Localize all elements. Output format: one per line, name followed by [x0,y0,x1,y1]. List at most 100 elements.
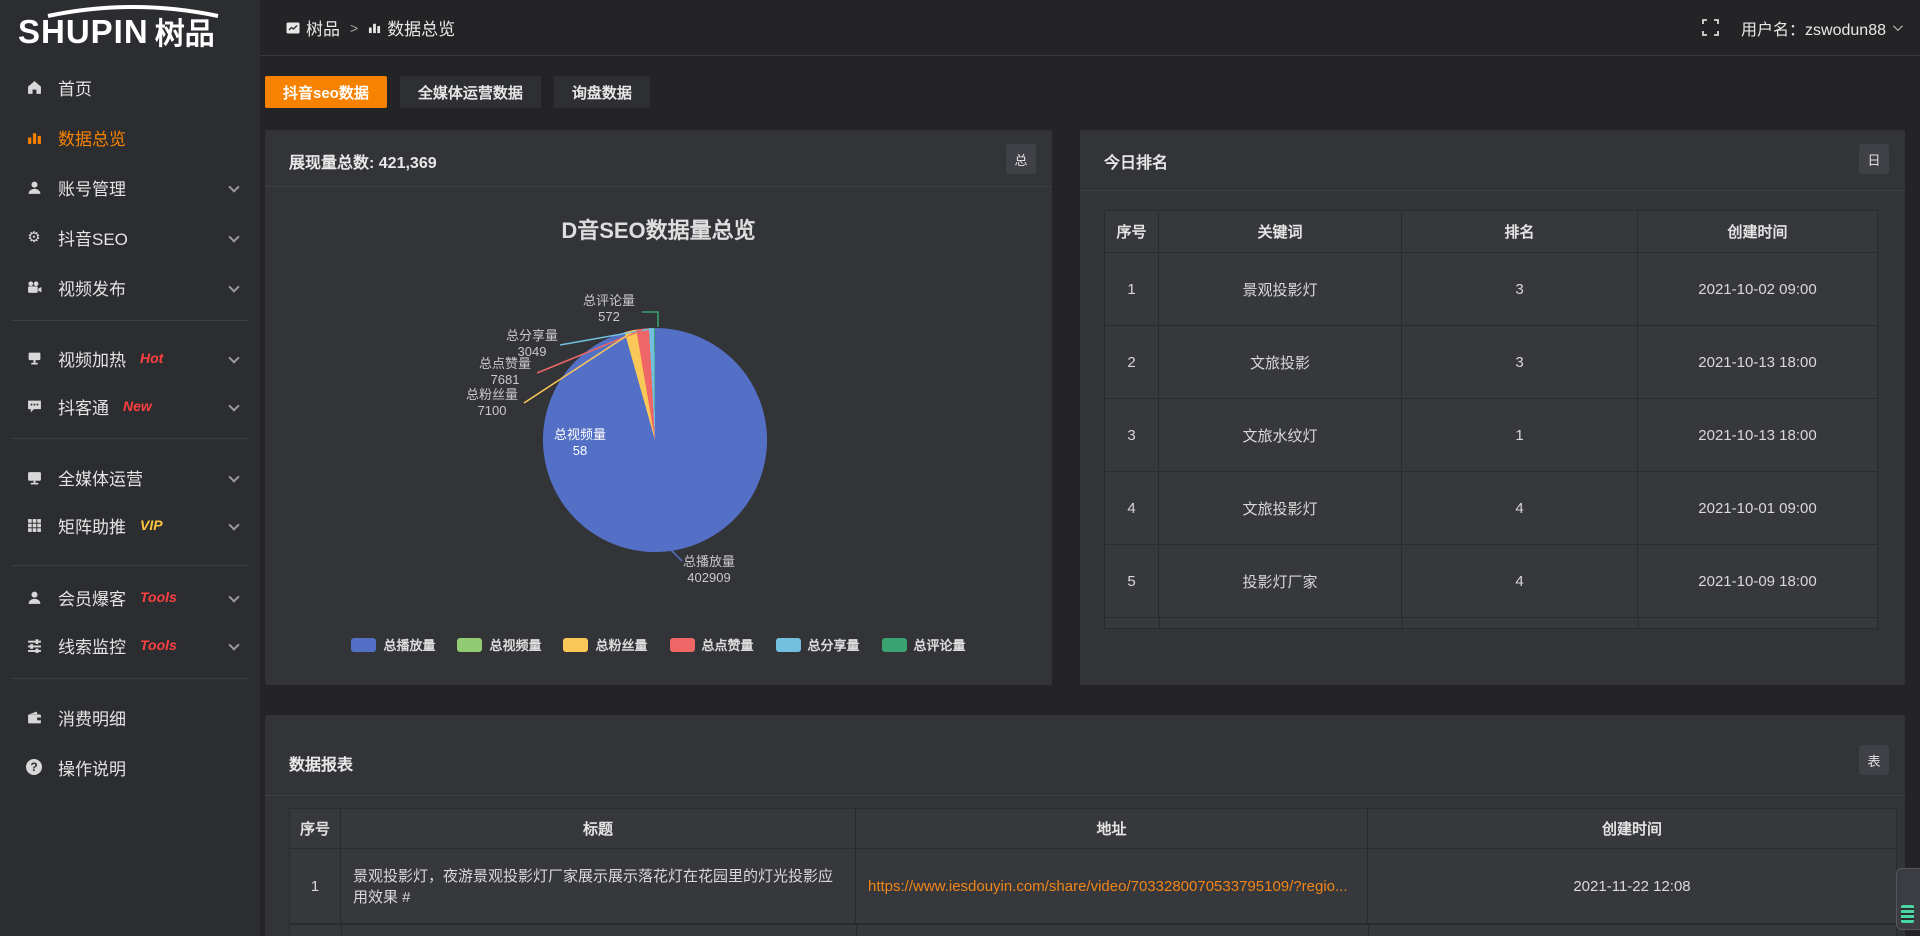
sidebar-divider [12,438,248,439]
grid-icon [24,518,44,533]
sidebar-item-data-overview[interactable]: 数据总览 [0,117,260,157]
sidebar-item-label: 抖音SEO [58,225,128,250]
tab-media-operation[interactable]: 全媒体运营数据 [400,76,541,108]
pie-label-fans: 总粉丝量7100 [461,387,523,419]
table-row: 1 景观投影灯，夜游景观投影灯厂家展示展示落花灯在花园里的灯光投影应用效果 # … [290,849,1896,924]
breadcrumb-item-current[interactable]: 数据总览 [368,15,455,40]
sidebar-item-label: 数据总览 [58,125,126,150]
chevron-down-icon [228,519,239,530]
panel-divider [265,186,1052,187]
chevron-down-icon [228,591,239,602]
sliders-icon [24,638,44,653]
sidebar-item-label: 操作说明 [58,755,126,780]
tools-badge: Tools [140,589,177,605]
column-header: 序号 [290,809,341,848]
sidebar-item-matrix-boost[interactable]: 矩阵助推 VIP [0,505,260,545]
sidebar-item-home[interactable]: 首页 [0,67,260,107]
sidebar-item-label: 全媒体运营 [58,465,143,490]
sidebar-item-clue-monitor[interactable]: 线索监控 Tools [0,625,260,665]
table-row: 5 投影灯厂家 4 2021-10-09 18:00 [1105,545,1877,618]
sidebar-item-member-tools[interactable]: 会员爆客 Tools [0,577,260,617]
chevron-down-icon [228,231,239,242]
breadcrumb-item-home[interactable]: 树品 [286,15,340,40]
pie-label-videos: 总视频量58 [545,427,615,459]
chevron-down-icon [228,181,239,192]
legend-item[interactable]: 总视频量 [457,635,541,654]
sidebar-item-media-operation[interactable]: 全媒体运营 [0,457,260,497]
sidebar-item-label: 抖客通 [58,394,109,419]
chevron-down-icon [228,471,239,482]
legend-item[interactable]: 总粉丝量 [563,635,647,654]
question-icon: ? [24,759,44,775]
sidebar-item-help[interactable]: ? 操作说明 [0,747,260,787]
breadcrumb-label: 数据总览 [387,15,455,40]
legend-item[interactable]: 总播放量 [351,635,435,654]
report-panel: 数据报表 表 序号 标题 地址 创建时间 1 景观投影灯，夜游景观投影灯厂家展示… [265,715,1905,936]
table-row: 4 文旅投影灯 4 2021-10-01 09:00 [1105,472,1877,545]
breadcrumb: 树品 > 数据总览 [286,15,455,40]
column-header: 关键词 [1159,211,1402,252]
video-link[interactable]: https://www.iesdouyin.com/share/video/70… [868,878,1348,895]
sidebar-divider [12,678,248,679]
monitor-icon [24,470,44,485]
sidebar-divider [12,320,248,321]
breadcrumb-label: 树品 [306,15,340,40]
gear-icon: ⚙ [24,228,44,246]
side-chat-widget[interactable] [1896,868,1920,930]
impressions-total: 展现量总数: 421,369 [289,149,437,173]
table-header-row: 序号 关键词 排名 创建时间 [1105,211,1877,253]
fullscreen-icon[interactable] [1702,19,1719,36]
hot-badge: Hot [140,350,163,366]
wallet-icon [24,710,44,725]
app-root: SHUPIN 树品 首页 数据总览 账号管理 ⚙ 抖音SEO 视频发布 [0,0,1920,936]
table-row: 3 文旅水纹灯 1 2021-10-13 18:00 [1105,399,1877,472]
report-title: 数据报表 [289,751,353,775]
sidebar-item-douyin-seo[interactable]: ⚙ 抖音SEO [0,217,260,257]
column-header: 排名 [1402,211,1638,252]
stack-icon [1901,905,1914,923]
sidebar-item-doketong[interactable]: 抖客通 New [0,386,260,426]
tab-inquiry[interactable]: 询盘数据 [554,76,650,108]
chart-panel: 展现量总数: 421,369 总 D音SEO数据量总览 总评论量572 总分享量… [265,130,1052,685]
sidebar-item-label: 矩阵助推 [58,513,126,538]
table-row: 1 景观投影灯 3 2021-10-02 09:00 [1105,253,1877,326]
pie-label-plays: 总播放量402909 [669,554,749,586]
pie-chart-title: D音SEO数据量总览 [265,213,1052,245]
legend-item[interactable]: 总评论量 [882,635,966,654]
chart-legend: 总播放量 总视频量 总粉丝量 总点赞量 总分享量 总评论量 [265,635,1052,654]
sidebar-item-label: 视频加热 [58,346,126,371]
data-tabs: 抖音seo数据 全媒体运营数据 询盘数据 [265,76,663,108]
sidebar-item-label: 消费明细 [58,705,126,730]
column-header: 创建时间 [1638,211,1877,252]
table-row-partial [1105,618,1877,628]
table-view-button[interactable]: 表 [1859,745,1889,775]
legend-item[interactable]: 总点赞量 [670,635,754,654]
column-header: 地址 [856,809,1368,848]
table-row: 2 文旅投影 3 2021-10-13 18:00 [1105,326,1877,399]
report-table: 序号 标题 地址 创建时间 1 景观投影灯，夜游景观投影灯厂家展示展示落花灯在花… [289,808,1897,936]
sidebar-item-label: 视频发布 [58,275,126,300]
column-header: 创建时间 [1368,809,1896,848]
app-logo: SHUPIN 树品 [18,6,248,56]
new-badge: New [123,398,152,414]
user-menu[interactable]: 用户名：zswodun88 [1741,16,1900,40]
legend-item[interactable]: 总分享量 [776,635,860,654]
screen-push-icon [24,351,44,366]
chevron-down-icon [228,639,239,650]
total-view-button[interactable]: 总 [1006,144,1036,174]
tab-douyin-seo[interactable]: 抖音seo数据 [265,76,387,108]
panel-divider [1080,190,1905,191]
chevron-down-icon [228,281,239,292]
ranking-table: 序号 关键词 排名 创建时间 1 景观投影灯 3 2021-10-02 09:0… [1104,210,1878,629]
sidebar-item-video-heat[interactable]: 视频加热 Hot [0,338,260,378]
dashboard-icon [286,22,300,34]
bar-chart-icon [368,21,381,34]
video-camera-icon [24,280,44,295]
ranking-title: 今日排名 [1104,149,1168,173]
daily-view-button[interactable]: 日 [1859,144,1889,174]
sidebar-item-account[interactable]: 账号管理 [0,167,260,207]
sidebar-item-video-publish[interactable]: 视频发布 [0,267,260,307]
sidebar-item-consumption[interactable]: 消费明细 [0,697,260,737]
home-icon [24,80,44,95]
table-row-partial [290,924,1896,936]
